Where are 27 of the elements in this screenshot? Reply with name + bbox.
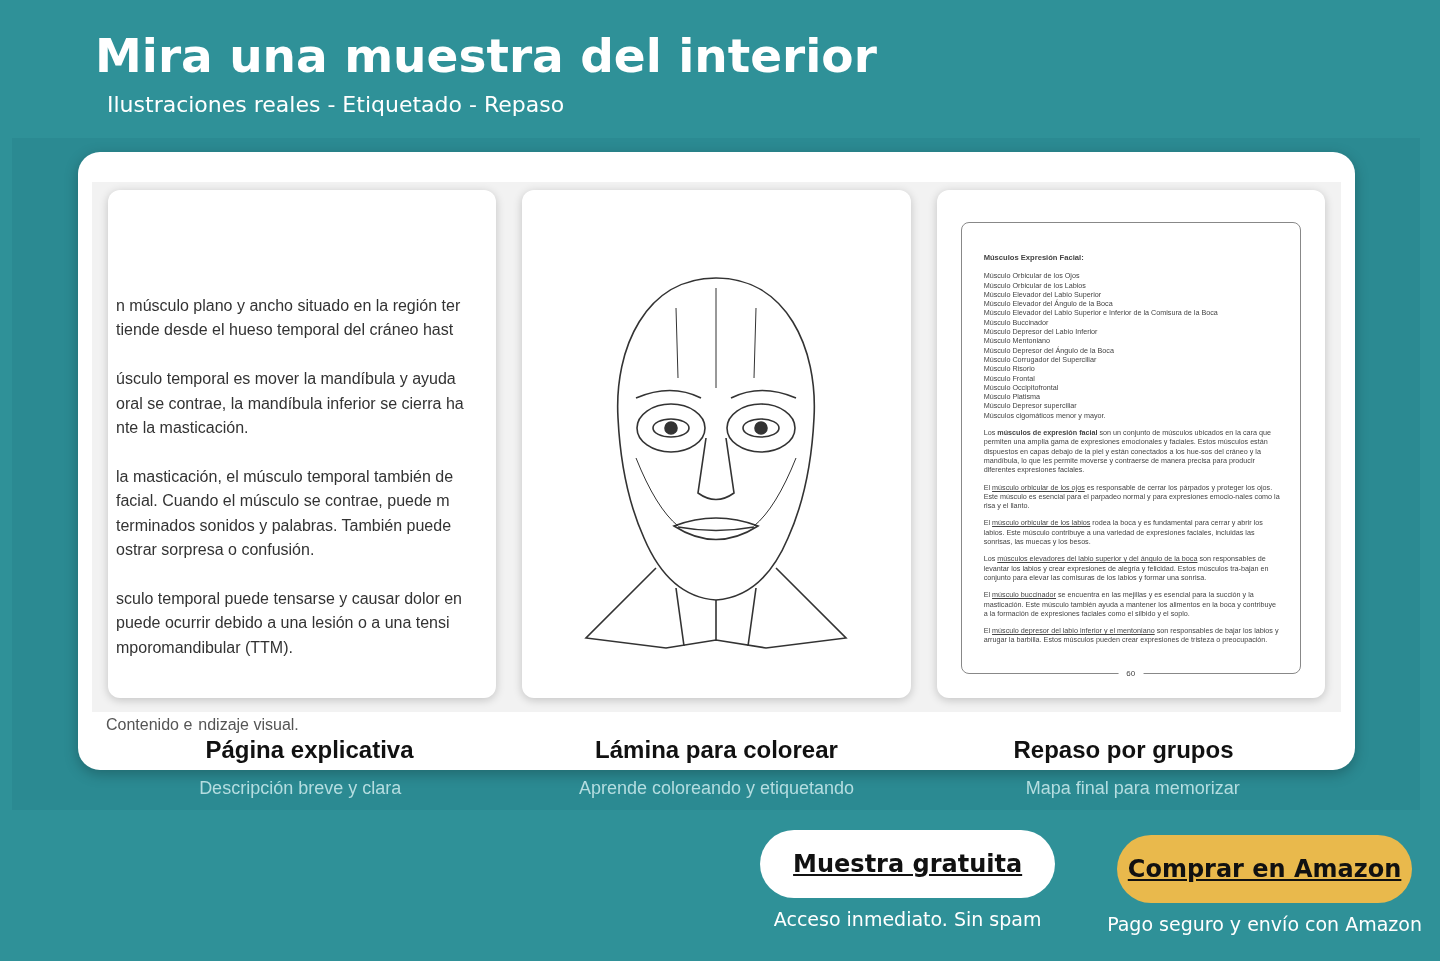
- note-text: Contenido e: [106, 716, 193, 734]
- text-line: tiende desde el hueso temporal del cráneo hast: [116, 320, 454, 341]
- text-line: nte la masticación.: [116, 418, 249, 438]
- text-line: oral se contrae, la mandíbula inferior se cierra ha: [116, 393, 464, 414]
- page-subcaption: Mapa final para memorizar: [1025, 778, 1240, 799]
- button-note: Pago seguro y envío con Amazon: [1107, 913, 1422, 935]
- page-caption: Página explicativa: [205, 736, 414, 764]
- sample-button[interactable]: Muestra gratuita: [760, 830, 1056, 898]
- text-line: terminados sonidos y palabras. También puede: [116, 515, 452, 536]
- page-number: 60: [1118, 668, 1144, 678]
- text-line: sculo temporal puede tensarse y causar dolor en: [116, 588, 462, 609]
- note-text: ndizaje visual.: [198, 716, 299, 734]
- text-line: facial. Cuando el músculo se contrae, puede m: [116, 491, 450, 512]
- text-line: n músculo plano y ancho situado en la región ter: [116, 296, 461, 316]
- text-line: la masticación, el músculo temporal también de: [116, 466, 454, 487]
- text-line: ostrar sorpresa o confusión.: [116, 540, 315, 561]
- page-title: Mira una muestra del interior: [95, 27, 878, 85]
- page-subcaption: Descripción breve y clara: [199, 778, 402, 799]
- text-line: puede ocurrir debido a una lesión o a una tensi: [116, 613, 450, 634]
- page-caption: Lámina para colorear: [595, 736, 838, 764]
- buy-button[interactable]: Comprar en Amazon: [1117, 835, 1413, 903]
- page-subcaption: Aprende coloreando y etiquetando: [578, 778, 855, 799]
- page-caption: Repaso por grupos: [1013, 736, 1234, 764]
- text-line: úsculo temporal es mover la mandíbula y ayuda: [116, 369, 456, 390]
- text-line: mporomandibular (TTM).: [116, 637, 293, 658]
- page-subtitle: Ilustraciones reales - Etiquetado - Repaso: [107, 92, 565, 117]
- button-note: Acceso inmediato. Sin spam: [773, 908, 1042, 930]
